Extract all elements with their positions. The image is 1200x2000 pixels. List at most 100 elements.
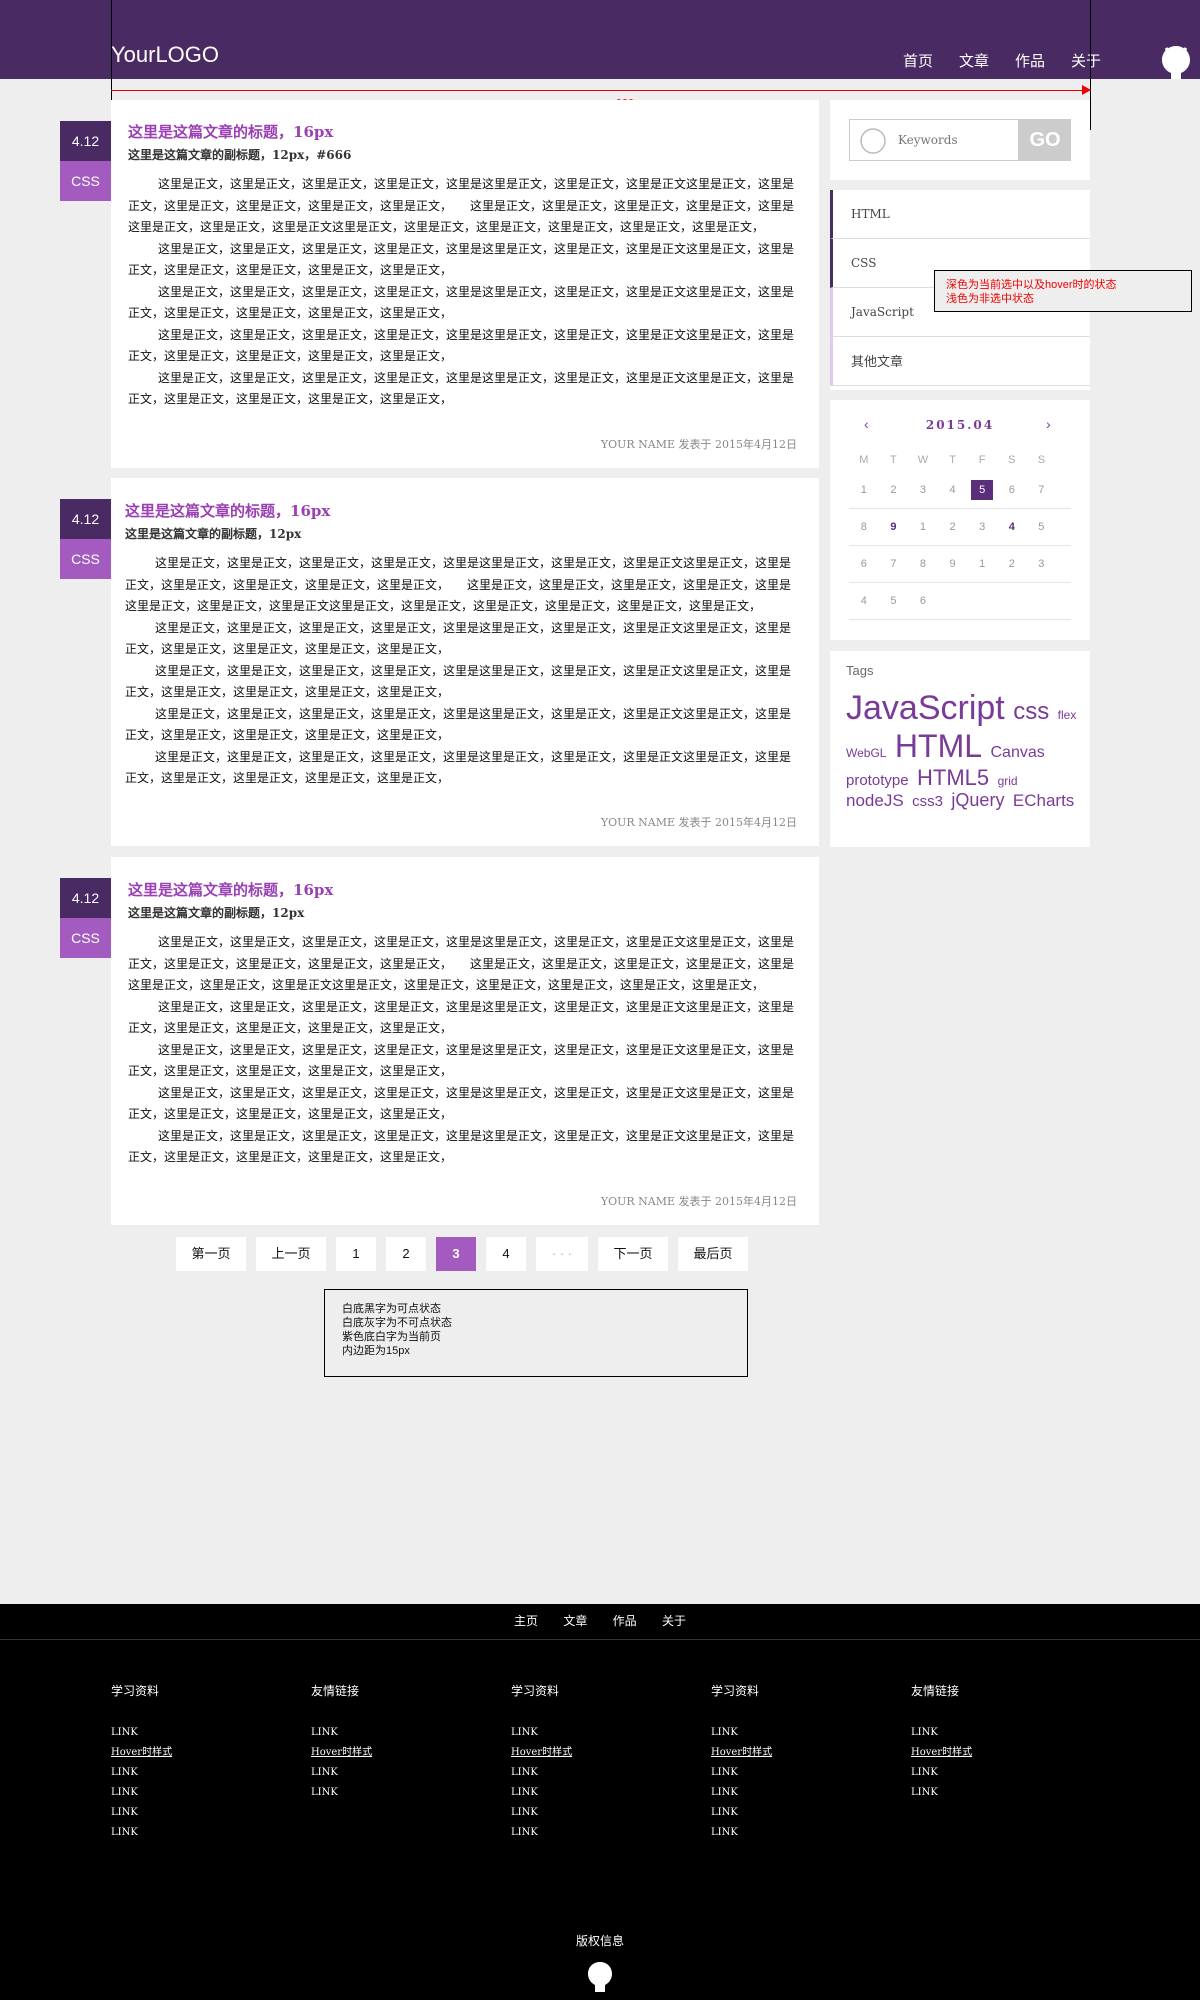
page-prev-button[interactable]: 上一页	[256, 1237, 326, 1271]
footer-link[interactable]: Hover时样式	[911, 1743, 1061, 1763]
calendar-day[interactable]: 7	[879, 546, 909, 582]
calendar-day[interactable]: 3	[908, 472, 938, 508]
page-button-2[interactable]: 2	[386, 1237, 426, 1271]
footer-link[interactable]: LINK	[111, 1763, 261, 1783]
calendar-day[interactable]: 9	[938, 546, 968, 582]
calendar-day[interactable]: 2	[879, 472, 909, 508]
search-field[interactable]	[849, 119, 1019, 161]
tag-link[interactable]: css	[1013, 698, 1049, 725]
ruler-arrow-icon	[1082, 85, 1091, 95]
calendar-day[interactable]: 4	[938, 472, 968, 508]
calendar-day[interactable]: 6	[997, 472, 1027, 508]
nav-item-about[interactable]: 关于	[1058, 50, 1114, 71]
calendar-day[interactable]: 2	[938, 509, 968, 545]
page-button-1[interactable]: 1	[336, 1237, 376, 1271]
tag-link[interactable]: flex	[1058, 708, 1077, 722]
nav-item-works[interactable]: 作品	[1002, 50, 1058, 71]
footer-link[interactable]: Hover时样式	[311, 1743, 461, 1763]
article-title[interactable]: 这里是这篇文章的标题，16px	[125, 500, 330, 521]
footer-link[interactable]: LINK	[511, 1803, 661, 1823]
today-marker: 5	[971, 480, 994, 500]
footer-link[interactable]: LINK	[511, 1723, 661, 1743]
tag-link[interactable]: JavaScript	[846, 689, 1005, 727]
footer-link[interactable]: LINK	[311, 1783, 461, 1803]
footer-nav: 主页 文章 作品 关于	[0, 1604, 1200, 1640]
footer-nav-articles[interactable]: 文章	[563, 1614, 587, 1628]
article-category-badge[interactable]: CSS	[60, 161, 111, 201]
article-paragraph: 这里是正文，这里是正文，这里是正文，这里是正文，这里是这里是正文，这里是正文，这…	[128, 327, 795, 364]
article-category-badge[interactable]: CSS	[60, 918, 111, 958]
tag-link[interactable]: ECharts	[1013, 791, 1074, 810]
footer-link[interactable]: LINK	[911, 1723, 1061, 1743]
tag-link[interactable]: jQuery	[951, 790, 1004, 810]
footer-link[interactable]: LINK	[111, 1803, 261, 1823]
footer-nav-works[interactable]: 作品	[613, 1614, 637, 1628]
calendar-day-highlight[interactable]: 4	[997, 509, 1027, 545]
tag-cloud: JavaScript css flex WebGL HTML Canvas pr…	[846, 689, 1081, 812]
category-item-html[interactable]: HTML	[830, 190, 1090, 239]
footer-link[interactable]: LINK	[511, 1763, 661, 1783]
footer-link[interactable]: LINK	[911, 1763, 1061, 1783]
footer-link[interactable]: LINK	[311, 1723, 461, 1743]
calendar-day[interactable]: 6	[908, 583, 938, 619]
tag-link[interactable]: css3	[912, 793, 943, 810]
calendar-next-icon[interactable]: ›	[1046, 416, 1051, 432]
tag-link[interactable]: HTML	[895, 728, 982, 764]
footer-link[interactable]: LINK	[111, 1823, 261, 1843]
site-logo[interactable]: YourLOGO	[111, 42, 219, 68]
tag-link[interactable]: WebGL	[846, 746, 886, 760]
github-icon[interactable]	[1160, 44, 1192, 80]
footer-link[interactable]: LINK	[711, 1823, 861, 1843]
calendar-day[interactable]: 5	[1027, 509, 1057, 545]
footer-link[interactable]: LINK	[511, 1783, 661, 1803]
tag-link[interactable]: grid	[998, 774, 1018, 788]
calendar-day-highlight[interactable]: 9	[879, 509, 909, 545]
footer-link[interactable]: LINK	[711, 1803, 861, 1823]
footer-nav-home[interactable]: 主页	[514, 1614, 538, 1628]
tag-link[interactable]: prototype	[846, 772, 909, 789]
article-category-badge[interactable]: CSS	[60, 539, 111, 579]
calendar-day[interactable]: 5	[879, 583, 909, 619]
tag-link[interactable]: nodeJS	[846, 791, 904, 810]
calendar-day[interactable]: 3	[1027, 546, 1057, 582]
calendar-day[interactable]: 6	[849, 546, 879, 582]
calendar-day[interactable]: 4	[849, 583, 879, 619]
page-first-button[interactable]: 第一页	[176, 1237, 246, 1271]
category-item-other[interactable]: 其他文章	[830, 337, 1090, 386]
page-button-current[interactable]: 3	[436, 1237, 476, 1271]
article-title[interactable]: 这里是这篇文章的标题，16px	[128, 879, 333, 900]
calendar-day[interactable]: 8	[849, 509, 879, 545]
footer-link[interactable]: LINK	[711, 1783, 861, 1803]
footer-link[interactable]: LINK	[711, 1763, 861, 1783]
calendar-day[interactable]: 8	[908, 546, 938, 582]
tag-link[interactable]: HTML5	[917, 765, 989, 790]
footer-link[interactable]: LINK	[911, 1783, 1061, 1803]
tag-link[interactable]: Canvas	[990, 744, 1044, 761]
page-last-button[interactable]: 最后页	[678, 1237, 748, 1271]
calendar-day[interactable]: 1	[967, 546, 997, 582]
search-input[interactable]	[896, 132, 1010, 148]
calendar-day[interactable]: 1	[908, 509, 938, 545]
article-title[interactable]: 这里是这篇文章的标题，16px	[128, 121, 333, 142]
footer-link[interactable]: LINK	[111, 1783, 261, 1803]
calendar-day[interactable]: 7	[1027, 472, 1057, 508]
calendar-day[interactable]: 3	[967, 509, 997, 545]
footer-link[interactable]: LINK	[711, 1723, 861, 1743]
footer-link[interactable]: LINK	[111, 1723, 261, 1743]
footer-link[interactable]: Hover时样式	[511, 1743, 661, 1763]
search-button[interactable]: GO	[1019, 119, 1071, 161]
calendar-day[interactable]: 2	[997, 546, 1027, 582]
calendar-day[interactable]: 1	[849, 472, 879, 508]
calendar-day-today[interactable]: 5	[967, 472, 997, 508]
footer-link[interactable]: Hover时样式	[111, 1743, 261, 1763]
page-next-button[interactable]: 下一页	[598, 1237, 668, 1271]
footer-link[interactable]: LINK	[311, 1763, 461, 1783]
footer-link[interactable]: Hover时样式	[711, 1743, 861, 1763]
nav-item-home[interactable]: 首页	[890, 50, 946, 71]
footer-nav-about[interactable]: 关于	[662, 1614, 686, 1628]
article-paragraph: 这里是正文，这里是正文，这里是正文，这里是正文，这里是这里是正文，这里是正文，这…	[128, 1085, 795, 1122]
github-icon[interactable]	[585, 1960, 615, 1994]
nav-item-articles[interactable]: 文章	[946, 50, 1002, 71]
footer-link[interactable]: LINK	[511, 1823, 661, 1843]
page-button-4[interactable]: 4	[486, 1237, 526, 1271]
